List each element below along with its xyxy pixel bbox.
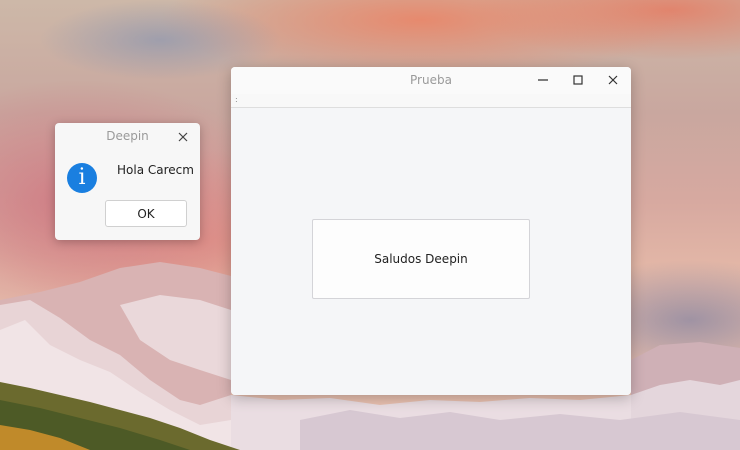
desktop: Deepin i Hola Carecm OK Prueba: Saludos…	[0, 0, 740, 450]
maximize-icon[interactable]	[570, 72, 586, 88]
ok-button[interactable]: OK	[105, 200, 187, 227]
titlebar[interactable]: Prueba	[231, 67, 631, 94]
close-icon[interactable]	[176, 129, 190, 143]
info-icon: i	[67, 163, 97, 193]
greet-button[interactable]: Saludos Deepin	[312, 219, 530, 299]
minimize-icon[interactable]	[535, 72, 551, 88]
menubar: :	[231, 94, 631, 108]
dialog-message: Hola Carecm	[117, 163, 194, 177]
message-dialog: Deepin i Hola Carecm OK	[55, 123, 200, 240]
close-icon[interactable]	[605, 72, 621, 88]
window-content: Saludos Deepin	[231, 108, 631, 395]
menubar-grip[interactable]: :	[235, 94, 238, 106]
main-window: Prueba : Saludos Deepin	[231, 67, 631, 395]
